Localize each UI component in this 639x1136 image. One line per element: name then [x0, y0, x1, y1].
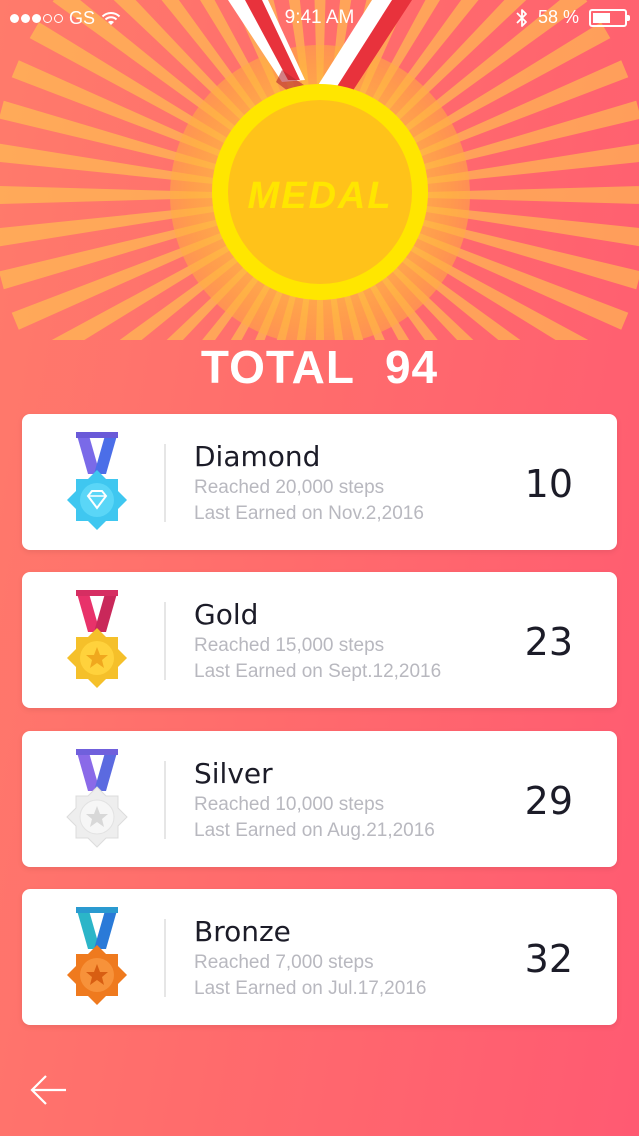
card-divider: [164, 602, 166, 680]
medal-card-bronze[interactable]: Bronze Reached 7,000 steps Last Earned o…: [22, 889, 617, 1025]
medal-steps: Reached 15,000 steps: [194, 635, 385, 656]
medal-last-earned: Last Earned on Aug.21,2016: [194, 820, 435, 841]
silver-star-medal-icon: [66, 749, 128, 848]
bronze-star-medal-icon: [67, 907, 127, 1005]
medal-hero: MEDAL: [0, 0, 639, 340]
medal-steps: Reached 20,000 steps: [194, 477, 385, 498]
medal-last-earned: Last Earned on Jul.17,2016: [194, 978, 427, 999]
medal-count: 32: [524, 937, 573, 981]
medal-count: 23: [524, 620, 573, 664]
medal-text: MEDAL: [247, 175, 392, 217]
gold-star-medal-icon: [67, 590, 127, 688]
status-right: 58 %: [516, 7, 630, 28]
medal-card-diamond[interactable]: Diamond Reached 20,000 steps Last Earned…: [22, 414, 617, 550]
medal-card-gold[interactable]: Gold Reached 15,000 steps Last Earned on…: [22, 572, 617, 708]
medal-last-earned: Last Earned on Sept.12,2016: [194, 661, 442, 682]
medal-card-silver[interactable]: Silver Reached 10,000 steps Last Earned …: [22, 731, 617, 867]
card-divider: [164, 444, 166, 522]
card-divider: [164, 761, 166, 839]
medal-last-earned: Last Earned on Nov.2,2016: [194, 503, 424, 524]
medal-name: Silver: [194, 757, 273, 790]
medal-name: Diamond: [194, 440, 321, 473]
total-value: 94: [384, 341, 439, 393]
diamond-medal-icon: [67, 432, 127, 530]
medal-count: 10: [524, 462, 573, 506]
back-arrow-icon[interactable]: [26, 1068, 70, 1112]
battery-icon: [589, 8, 630, 27]
medal-name: Gold: [194, 598, 259, 631]
medal-count: 29: [524, 779, 573, 823]
medal-name: Bronze: [194, 915, 291, 948]
total-summary: TOTAL 94: [0, 340, 639, 394]
medal-steps: Reached 10,000 steps: [194, 794, 385, 815]
status-bar: GS 9:41 AM 58 %: [0, 0, 639, 36]
battery-percent: 58 %: [537, 7, 579, 27]
total-label: TOTAL: [200, 341, 355, 393]
card-divider: [164, 919, 166, 997]
medal-steps: Reached 7,000 steps: [194, 952, 374, 973]
bluetooth-icon: [516, 8, 527, 27]
